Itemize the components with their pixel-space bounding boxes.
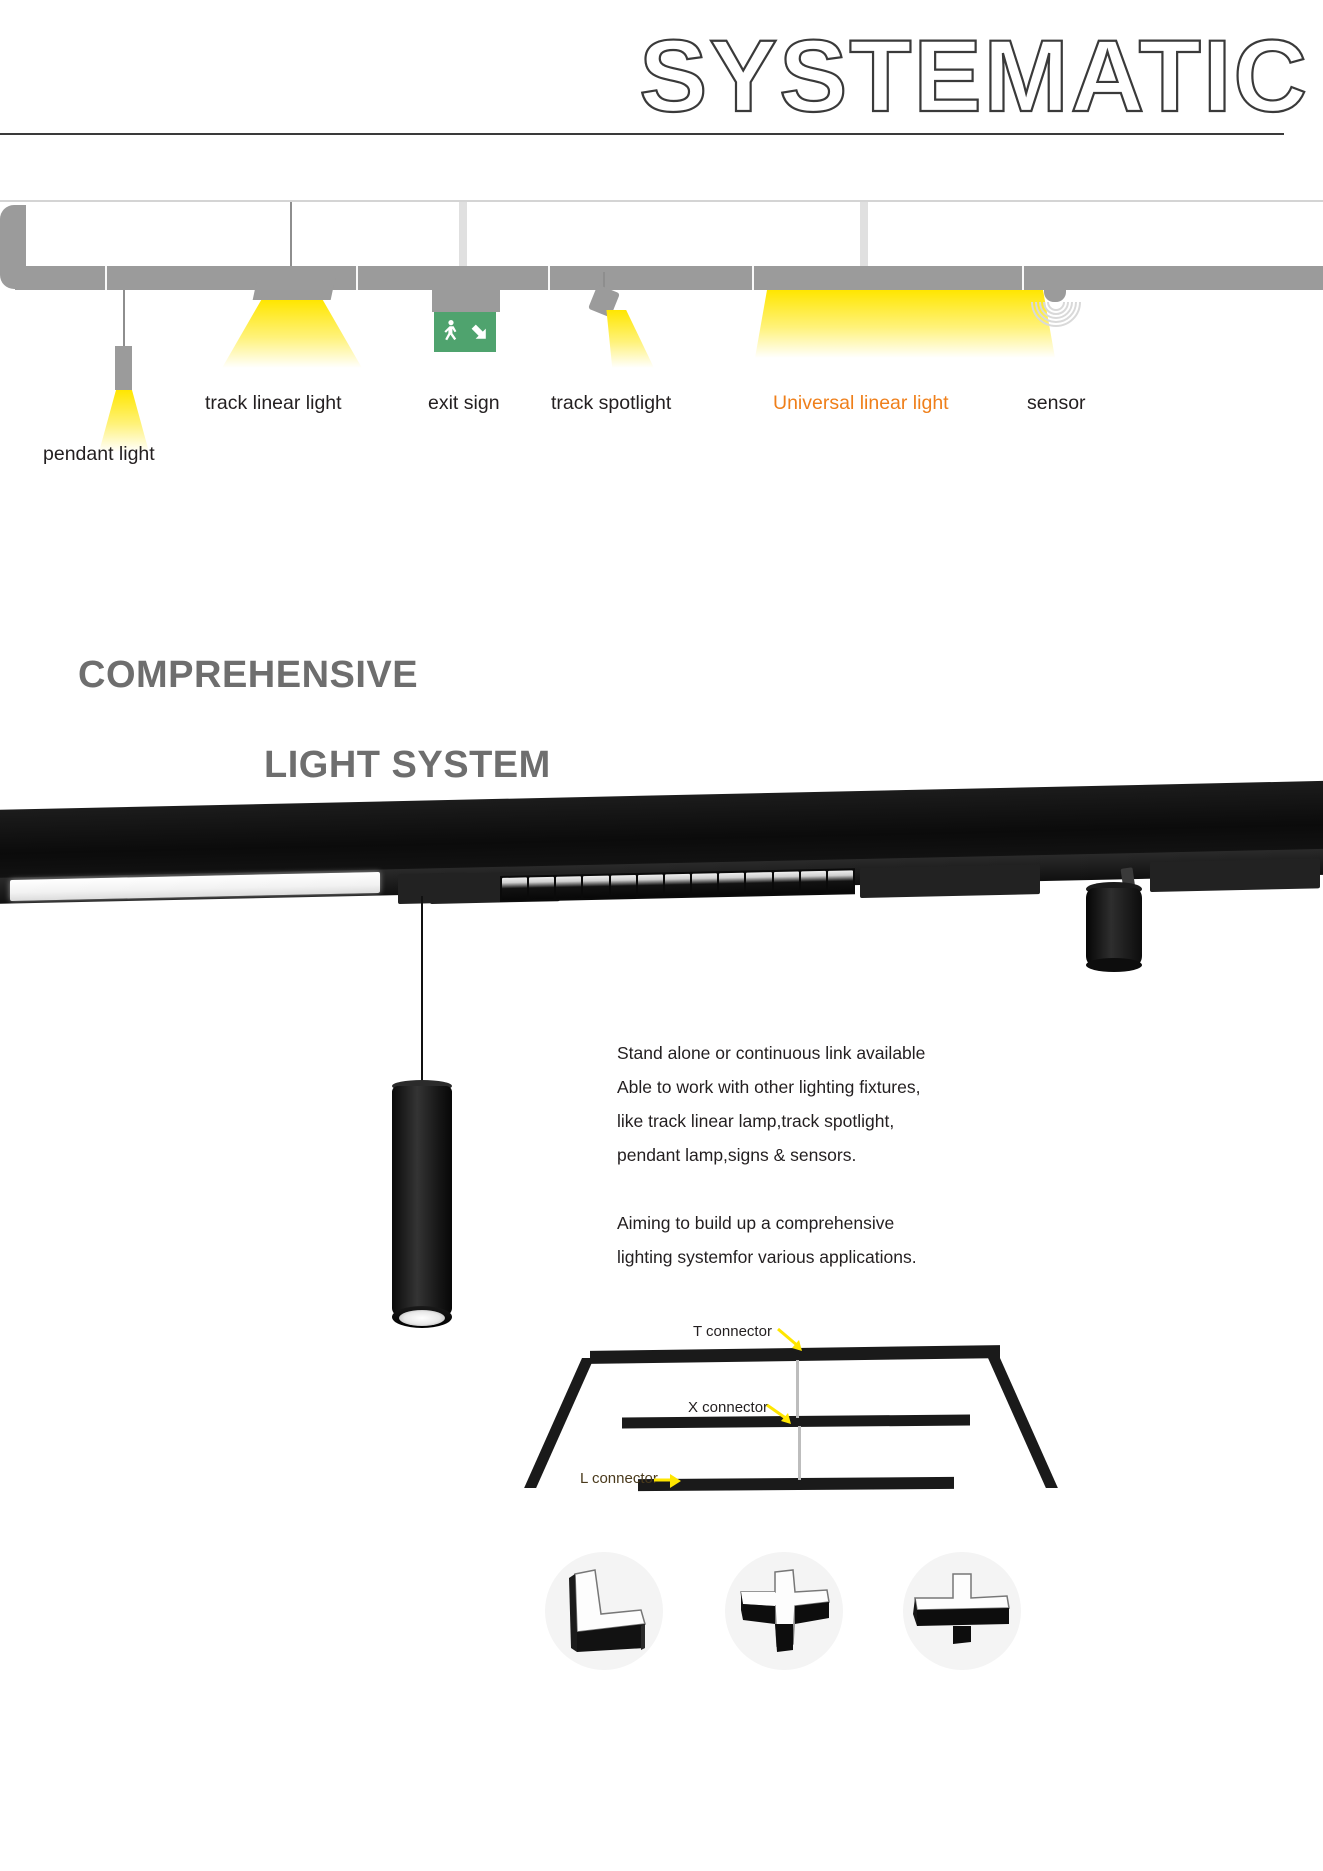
track-linear-light-beam [222,300,362,368]
l-connector-icon [545,1552,663,1670]
frame-divider [798,1426,801,1480]
label-universal-linear-light: Universal linear light [773,392,949,414]
track-rail-joint [752,266,754,290]
copy-line: lighting systemfor various applications. [617,1247,917,1267]
frame-right-bar [988,1358,1058,1488]
grille-cell [719,872,745,896]
track-rail [15,266,1323,290]
grille-cell [827,870,854,893]
title-underline [0,133,1284,135]
track-rail-joint [105,266,107,290]
page-title: SYSTEMATIC [638,19,1309,133]
grille-cell [773,871,799,895]
x-connector-art [740,1569,830,1652]
copy-line: pendant lamp,signs & sensors. [617,1145,857,1165]
label-track-spotlight: track spotlight [551,392,672,414]
pendant-photo-body [392,1086,452,1316]
track-module-joint [860,864,1040,898]
grille-cell [692,873,718,896]
t-connector-arrow-icon [777,1327,802,1351]
track-spotlight-lens [1086,958,1142,972]
exit-sign-icon [434,312,496,352]
exit-sign-mount [432,290,500,312]
copy-line: Stand alone or continuous link available [617,1043,926,1063]
ceiling-riser [459,202,467,274]
pendant-photo-lens [399,1310,445,1326]
grille-cell [664,873,691,897]
grille-cell [502,877,528,900]
t-connector-icon [903,1552,1021,1670]
sensor-waves-icon [1031,301,1081,327]
copy-line: like track linear lamp,track spotlight, [617,1111,895,1131]
universal-linear-light-beam [755,290,1055,358]
ceiling-riser [290,202,292,276]
grille-cell [637,874,663,897]
grille-cell [556,876,582,899]
section-headline: COMPREHENSIVE LIGHT SYSTEM [78,630,838,810]
track-rail-joint [548,266,550,290]
grille-cell [746,872,772,895]
grille-cell [800,870,826,894]
copy-line: Aiming to build up a comprehensive [617,1213,895,1233]
copy-spacer [617,1172,1037,1206]
grille-cell [529,876,555,900]
label-pendant-light: pendant light [43,443,155,465]
track-rail-joint [356,266,358,290]
pendant-photo-cord [421,896,423,1086]
track-spotlight-beam [606,310,654,368]
track-linear-light-icon [252,278,336,300]
l-connector-arrow-icon [654,1474,681,1488]
t-connector-label: T connector [693,1323,772,1340]
l-connector-label: L connector [580,1470,658,1487]
ceiling-line [0,200,1323,202]
pendant-light-icon [115,346,132,390]
track-rail-joint [1022,266,1024,290]
catalog-page: SYSTEMATIC track linear light exit sign … [0,0,1323,1871]
frame-left-bar [524,1358,594,1488]
track-spotlight-photo [1086,888,1142,966]
t-connector-art [913,1573,1010,1644]
grille-cell [610,875,636,898]
headline-line-1: COMPREHENSIVE [78,654,419,696]
connector-icon-row [545,1540,1025,1710]
x-connector-arrow-icon [766,1403,791,1424]
l-connector-art [569,1569,646,1652]
track-module-joint [1150,858,1320,892]
ceiling-riser [860,202,868,274]
description-copy: Stand alone or continuous link available… [617,1036,1037,1274]
label-exit-sign: exit sign [428,392,500,414]
connector-frame-diagram: T connector X connector L connector [524,1320,1058,1540]
x-connector-icon [725,1552,843,1670]
grille-cell [583,875,609,899]
lighting-system-schematic: track linear light exit sign track spotl… [0,200,1323,500]
label-sensor: sensor [1027,392,1086,414]
pendant-light-cord [123,290,125,346]
label-track-linear-light: track linear light [205,392,342,414]
x-connector-label: X connector [688,1399,769,1416]
copy-line: Able to work with other lighting fixture… [617,1077,921,1097]
